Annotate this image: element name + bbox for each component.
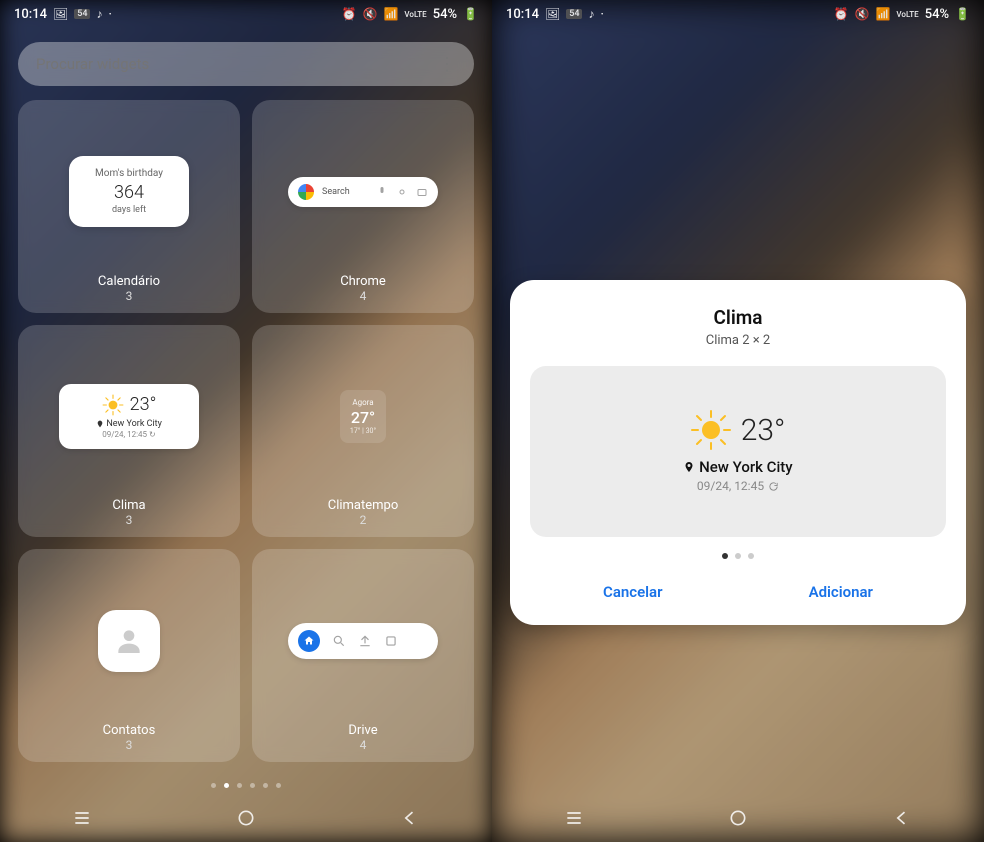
widget-label: Drive: [348, 723, 377, 738]
status-time: 10:14: [14, 7, 47, 22]
widget-label: Calendário: [98, 274, 160, 289]
badge-54: 54: [74, 9, 90, 19]
widget-clima[interactable]: 23° New York City 09/24, 12:45 ↻ Clima 3: [18, 325, 240, 538]
widget-climatempo[interactable]: Agora 27° 17° | 30° Climatempo 2: [252, 325, 474, 538]
wifi-icon: 📶: [875, 7, 890, 21]
page-indicator: [0, 783, 492, 788]
person-icon: [113, 625, 145, 657]
modal-title: Clima: [530, 306, 946, 329]
nav-recent[interactable]: [564, 808, 584, 832]
refresh-icon: [768, 481, 779, 492]
widget-label: Chrome: [340, 274, 386, 289]
pin-icon: [96, 420, 104, 428]
nav-home[interactable]: [728, 808, 748, 832]
pin-icon: [683, 461, 695, 473]
battery-text: 54%: [433, 7, 457, 22]
widget-chrome[interactable]: Search Chrome 4: [252, 100, 474, 313]
clima-preview: 23° New York City 09/24, 12:45 ↻: [59, 384, 199, 449]
search-bar[interactable]: ⋮: [18, 42, 474, 86]
widget-label: Climatempo: [328, 498, 399, 513]
widget-count: 4: [360, 738, 367, 752]
modal-subtitle: Clima 2 × 2: [530, 333, 946, 348]
drive-preview: [288, 623, 438, 659]
mute-icon: 🔇: [855, 7, 870, 21]
chrome-preview: Search: [288, 177, 438, 207]
nav-bar: [492, 798, 984, 842]
widget-count: 3: [126, 289, 133, 303]
network-label: VoLTE: [896, 10, 918, 19]
widget-picker-modal: Clima Clima 2 × 2 23° New York City 09/2…: [510, 280, 966, 625]
modal-page-indicator[interactable]: [530, 553, 946, 559]
phone-right: 10:14 🖼 54 ♪ · ⏰ 🔇 📶 VoLTE 54% 🔋 Clima C…: [492, 0, 984, 842]
widget-drive[interactable]: Drive 4: [252, 549, 474, 762]
widget-count: 3: [126, 513, 133, 527]
battery-icon: 🔋: [463, 7, 478, 21]
drive-home-icon: [298, 630, 320, 652]
network-label: VoLTE: [404, 10, 426, 19]
nav-home[interactable]: [236, 808, 256, 832]
status-bar: 10:14 🖼 54 ♪ · ⏰ 🔇 📶 VoLTE 54% 🔋: [492, 0, 984, 28]
image-icon: 🖼: [545, 7, 560, 21]
badge-54: 54: [566, 9, 582, 19]
search-icon: [332, 634, 346, 648]
scan-icon: [384, 634, 398, 648]
modal-city: New York City: [683, 458, 792, 476]
battery-text: 54%: [925, 7, 949, 22]
nav-back[interactable]: [400, 808, 420, 832]
alarm-icon: ⏰: [834, 7, 849, 21]
status-bar: 10:14 🖼 54 ♪ · ⏰ 🔇 📶 VoLTE 54% 🔋: [0, 0, 492, 28]
widget-count: 2: [360, 513, 367, 527]
sun-icon: [102, 394, 124, 416]
tiktok-icon: ♪: [588, 7, 594, 21]
image-icon: 🖼: [53, 7, 68, 21]
tiktok-icon: ♪: [96, 7, 102, 21]
wifi-icon: 📶: [383, 7, 398, 21]
nav-back[interactable]: [892, 808, 912, 832]
more-icon: ·: [600, 7, 603, 21]
modal-widget-preview[interactable]: 23° New York City 09/24, 12:45: [530, 366, 946, 537]
contact-preview: [98, 610, 160, 672]
widget-count: 4: [360, 289, 367, 303]
mic-icon: [376, 186, 388, 198]
nav-bar: [0, 798, 492, 842]
phone-left: 10:14 🖼 54 ♪ · ⏰ 🔇 📶 VoLTE 54% 🔋 ⋮ Mom's…: [0, 0, 492, 842]
widget-label: Contatos: [103, 723, 156, 738]
google-logo-icon: [298, 184, 314, 200]
widget-calendario[interactable]: Mom's birthday 364 days left Calendário …: [18, 100, 240, 313]
search-more-icon[interactable]: ⋮: [438, 54, 456, 75]
add-button[interactable]: Adicionar: [797, 577, 885, 607]
nav-recent[interactable]: [72, 808, 92, 832]
calendario-preview: Mom's birthday 364 days left: [69, 156, 189, 227]
battery-icon: 🔋: [955, 7, 970, 21]
cancel-button[interactable]: Cancelar: [591, 577, 675, 607]
widget-contatos[interactable]: Contatos 3: [18, 549, 240, 762]
lens-icon: [396, 186, 408, 198]
upload-icon: [358, 634, 372, 648]
mute-icon: 🔇: [363, 7, 378, 21]
modal-timestamp: 09/24, 12:45: [697, 479, 779, 493]
search-input[interactable]: [36, 55, 438, 73]
camera-icon: [416, 186, 428, 198]
modal-temp: 23°: [741, 413, 786, 448]
status-time: 10:14: [506, 7, 539, 22]
widget-grid: Mom's birthday 364 days left Calendário …: [18, 100, 474, 762]
sun-icon: [691, 410, 731, 450]
more-icon: ·: [108, 7, 111, 21]
climatempo-preview: Agora 27° 17° | 30°: [340, 390, 386, 443]
widget-label: Clima: [112, 498, 145, 513]
widget-count: 3: [126, 738, 133, 752]
alarm-icon: ⏰: [342, 7, 357, 21]
